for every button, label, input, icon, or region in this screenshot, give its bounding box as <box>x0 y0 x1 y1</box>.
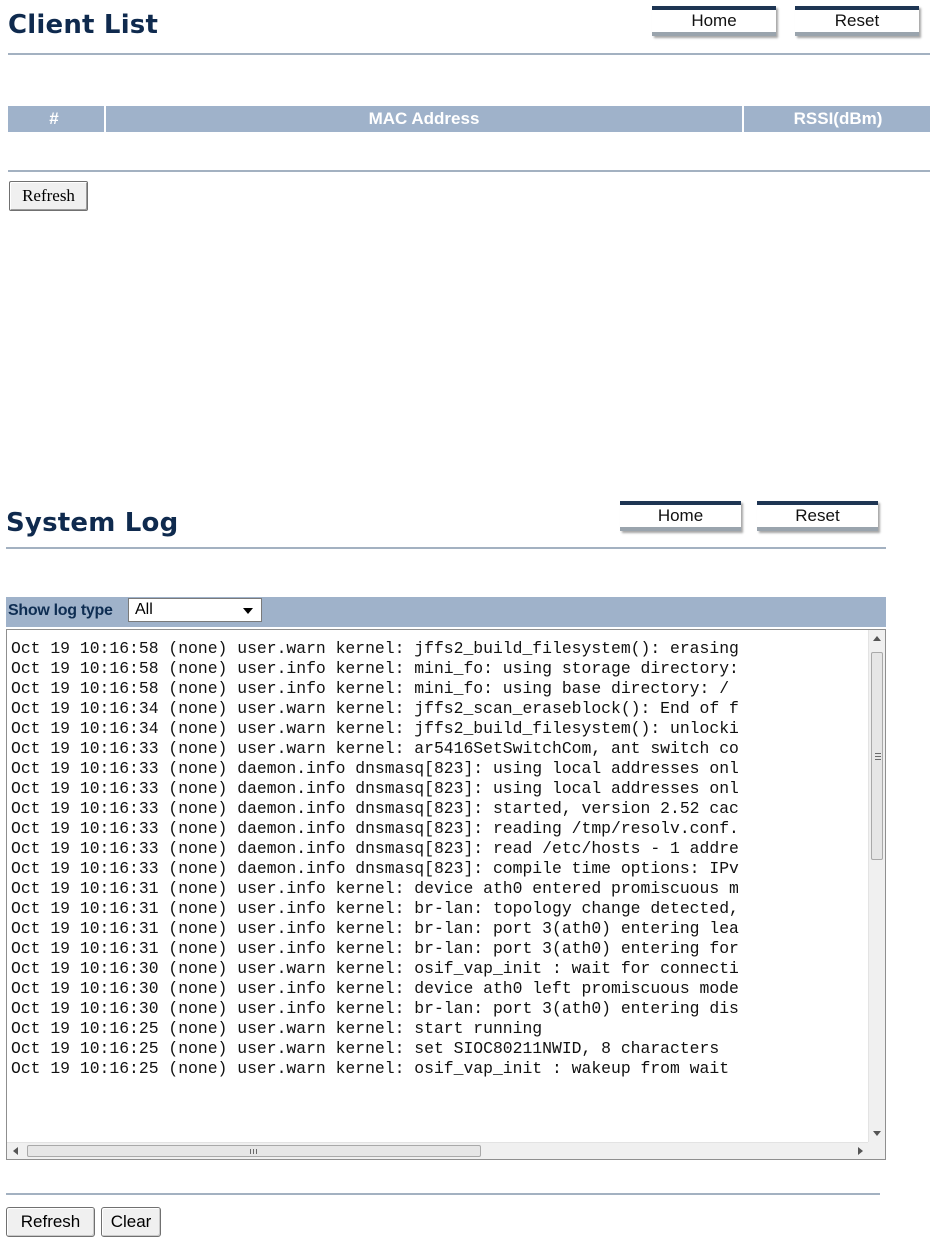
column-header-rssi: RSSI(dBm) <box>793 109 883 128</box>
horizontal-scroll-thumb[interactable] <box>27 1145 481 1157</box>
log-line: Oct 19 10:16:30 (none) user.info kernel:… <box>11 999 739 1018</box>
log-line: Oct 19 10:16:25 (none) user.warn kernel:… <box>11 1039 720 1058</box>
column-header-mac-address: MAC Address <box>104 106 744 132</box>
log-line: Oct 19 10:16:34 (none) user.warn kernel:… <box>11 719 739 738</box>
chevron-down-icon <box>243 608 253 614</box>
system-log-title: System Log <box>6 508 179 538</box>
horizontal-scrollbar[interactable] <box>7 1142 869 1159</box>
system-log-bottom-divider <box>6 1193 880 1195</box>
vertical-scroll-thumb[interactable] <box>871 652 883 860</box>
log-line: Oct 19 10:16:33 (none) daemon.info dnsma… <box>11 759 739 778</box>
log-line: Oct 19 10:16:25 (none) user.warn kernel:… <box>11 1019 543 1038</box>
log-line: Oct 19 10:16:33 (none) daemon.info dnsma… <box>11 839 739 858</box>
log-type-label: Show log type <box>8 602 113 619</box>
client-table-divider <box>8 170 930 172</box>
client-list-refresh-button[interactable]: Refresh <box>9 181 88 211</box>
log-line: Oct 19 10:16:58 (none) user.warn kernel:… <box>11 639 739 658</box>
scroll-up-icon[interactable] <box>873 636 881 641</box>
log-line: Oct 19 10:16:25 (none) user.warn kernel:… <box>11 1059 730 1078</box>
log-line: Oct 19 10:16:58 (none) user.info kernel:… <box>11 679 730 698</box>
log-line: Oct 19 10:16:30 (none) user.warn kernel:… <box>11 959 739 978</box>
system-log-divider <box>6 547 886 549</box>
log-line: Oct 19 10:16:33 (none) daemon.info dnsma… <box>11 859 739 878</box>
log-line: Oct 19 10:16:30 (none) user.info kernel:… <box>11 979 739 998</box>
scroll-down-icon[interactable] <box>873 1131 881 1136</box>
log-type-select[interactable]: All <box>128 598 262 622</box>
log-line: Oct 19 10:16:31 (none) user.info kernel:… <box>11 919 739 938</box>
log-type-selected-value: All <box>135 601 153 618</box>
scroll-corner <box>868 1142 885 1159</box>
log-toolbar: Show log type All <box>6 597 886 627</box>
log-textarea[interactable]: Oct 19 10:16:58 (none) user.warn kernel:… <box>6 629 886 1160</box>
client-list-reset-button[interactable]: Reset <box>795 6 919 36</box>
log-line: Oct 19 10:16:58 (none) user.info kernel:… <box>11 659 739 678</box>
log-line: Oct 19 10:16:33 (none) daemon.info dnsma… <box>11 799 739 818</box>
scroll-left-icon[interactable] <box>13 1147 18 1155</box>
log-line: Oct 19 10:16:33 (none) daemon.info dnsma… <box>11 819 739 838</box>
system-log-reset-button[interactable]: Reset <box>757 501 878 531</box>
client-list-home-button[interactable]: Home <box>652 6 776 36</box>
log-line: Oct 19 10:16:31 (none) user.info kernel:… <box>11 899 739 918</box>
log-line: Oct 19 10:16:34 (none) user.warn kernel:… <box>11 699 739 718</box>
column-header-index: # <box>49 109 59 128</box>
system-log-clear-button[interactable]: Clear <box>101 1207 161 1237</box>
log-line: Oct 19 10:16:33 (none) daemon.info dnsma… <box>11 779 739 798</box>
scroll-right-icon[interactable] <box>858 1147 863 1155</box>
log-line: Oct 19 10:16:31 (none) user.info kernel:… <box>11 939 739 958</box>
client-list-divider <box>8 53 930 55</box>
client-table-header: # MAC Address RSSI(dBm) <box>8 106 930 132</box>
system-log-refresh-button[interactable]: Refresh <box>6 1207 95 1237</box>
system-log-home-button[interactable]: Home <box>620 501 741 531</box>
vertical-scrollbar[interactable] <box>868 630 885 1142</box>
log-line: Oct 19 10:16:33 (none) user.warn kernel:… <box>11 739 739 758</box>
log-lines: Oct 19 10:16:58 (none) user.warn kernel:… <box>11 639 869 1139</box>
log-line: Oct 19 10:16:31 (none) user.info kernel:… <box>11 879 739 898</box>
client-list-title: Client List <box>8 10 159 40</box>
